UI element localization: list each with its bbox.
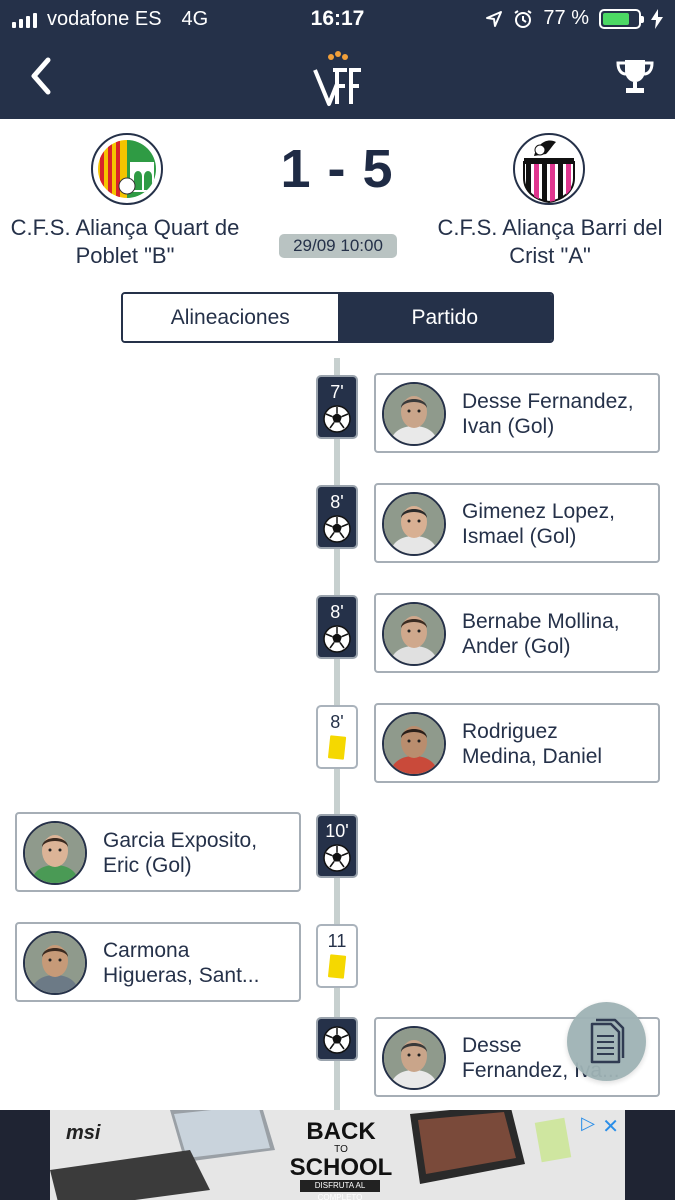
location-icon [486, 10, 503, 27]
player-name-line1: Carmona [103, 939, 190, 962]
advertisement[interactable]: msi BACK TO SCHOOL DISFRUTA AL COMPLETO … [50, 1110, 625, 1200]
player-name: Gimenez Lopez, Ismael (Gol) [462, 499, 652, 549]
soccer-ball-icon [323, 625, 351, 653]
trophy-icon [616, 60, 654, 93]
player-name: Rodriguez Medina, Daniel [462, 719, 652, 769]
goal-marker: 10' [316, 814, 358, 878]
home-crest [91, 133, 163, 205]
soccer-ball-icon [323, 515, 351, 543]
status-bar: vodafone ES 4G 16:17 77 % [0, 0, 675, 40]
player-name-line1: Rodriguez [462, 720, 558, 743]
player-event-card[interactable]: Rodriguez Medina, Daniel [374, 703, 660, 783]
goal-marker: 8' [316, 485, 358, 549]
adchoices-icon[interactable]: ▷ [581, 1113, 595, 1134]
player-avatar [382, 382, 446, 446]
away-crest [513, 133, 585, 205]
player-name-line2: Ivan (Gol) [462, 415, 555, 438]
player-name: Carmona Higueras, Sant... [103, 938, 293, 988]
away-team-name: C.F.S. Aliança Barri del Crist "A" [437, 215, 663, 268]
tab-alineaciones[interactable]: Alineaciones [123, 294, 338, 341]
ad-headline-line1: BACK [306, 1118, 376, 1145]
view-tabs: Alineaciones Partido [121, 292, 554, 343]
ad-brand: msi [66, 1122, 101, 1144]
player-event-card[interactable]: Desse Fernandez, Ivan (Gol) [374, 373, 660, 453]
goal-marker: 7' [316, 375, 358, 439]
yellow-card-icon [327, 954, 347, 979]
goal-marker: 8' [316, 595, 358, 659]
player-name-line2: Ismael (Gol) [462, 525, 577, 548]
player-name-line1: Bernabe Mollina, [462, 610, 620, 633]
charging-icon [651, 8, 663, 29]
event-minute: 11 [327, 931, 347, 951]
back-button[interactable] [22, 54, 62, 98]
notebook-image [534, 1117, 572, 1163]
event-minute: 8' [330, 602, 344, 622]
player-avatar [382, 602, 446, 666]
laptop-image-3 [410, 1110, 525, 1184]
report-button[interactable] [567, 1002, 646, 1081]
player-event-card[interactable]: Garcia Exposito, Eric (Gol) [15, 812, 301, 892]
laptop-image-2 [50, 1150, 210, 1200]
battery-percent: 77 % [543, 7, 589, 29]
player-name-line1: Gimenez Lopez, [462, 500, 615, 523]
home-team-name: C.F.S. Aliança Quart de Poblet "B" [10, 215, 240, 268]
ad-headline-line3: SCHOOL [289, 1154, 393, 1181]
nav-bar [0, 40, 675, 119]
player-name-line1: Garcia Exposito, [103, 829, 258, 852]
close-ad-button[interactable]: ✕ [602, 1114, 619, 1139]
player-name-line2: Medina, Daniel [462, 745, 603, 768]
player-name-line2: Ander (Gol) [462, 635, 571, 658]
player-avatar [382, 712, 446, 776]
player-name: Bernabe Mollina, Ander (Gol) [462, 609, 652, 659]
match-score: 1 - 5 [280, 139, 394, 199]
event-minute: 8' [330, 712, 344, 732]
yellow-card-icon [327, 735, 347, 760]
player-event-card[interactable]: Carmona Higueras, Sant... [15, 922, 301, 1002]
player-avatar [382, 1026, 446, 1090]
player-event-card[interactable]: Bernabe Mollina, Ander (Gol) [374, 593, 660, 673]
status-right: 77 % [485, 7, 663, 30]
player-name-line1: Desse Fernandez, [462, 390, 634, 413]
tab-partido[interactable]: Partido [337, 294, 552, 341]
federation-logo [313, 51, 361, 106]
yellow-card-marker: 11 [316, 924, 358, 988]
player-name: Desse Fernandez, Ivan (Gol) [462, 389, 652, 439]
event-minute: 8' [330, 492, 344, 512]
ad-bar: msi BACK TO SCHOOL DISFRUTA AL COMPLETO … [0, 1110, 675, 1200]
alarm-icon [514, 9, 532, 28]
soccer-ball-icon [323, 844, 351, 872]
yellow-card-marker: 8' [316, 705, 358, 769]
goal-marker [316, 1017, 358, 1061]
player-name-line2: Eric (Gol) [103, 854, 192, 877]
ad-tagline: DISFRUTA AL COMPLETO [300, 1180, 380, 1200]
player-name: Garcia Exposito, Eric (Gol) [103, 828, 293, 878]
player-name-line2: Higueras, Sant... [103, 964, 260, 987]
player-avatar [382, 492, 446, 556]
ad-headline: BACK TO SCHOOL [288, 1120, 394, 1180]
chevron-left-icon [31, 57, 51, 95]
match-datetime: 29/09 10:00 [279, 234, 397, 258]
soccer-ball-icon [323, 405, 351, 433]
event-minute: 7' [330, 382, 344, 402]
top-bar: vodafone ES 4G 16:17 77 % [0, 0, 675, 119]
event-minute: 10' [325, 821, 349, 841]
player-avatar [23, 931, 87, 995]
battery-icon [599, 8, 644, 29]
player-event-card[interactable]: Gimenez Lopez, Ismael (Gol) [374, 483, 660, 563]
document-icon [590, 1018, 625, 1064]
player-avatar [23, 821, 87, 885]
soccer-ball-icon [323, 1026, 351, 1054]
trophy-button[interactable] [615, 54, 655, 98]
